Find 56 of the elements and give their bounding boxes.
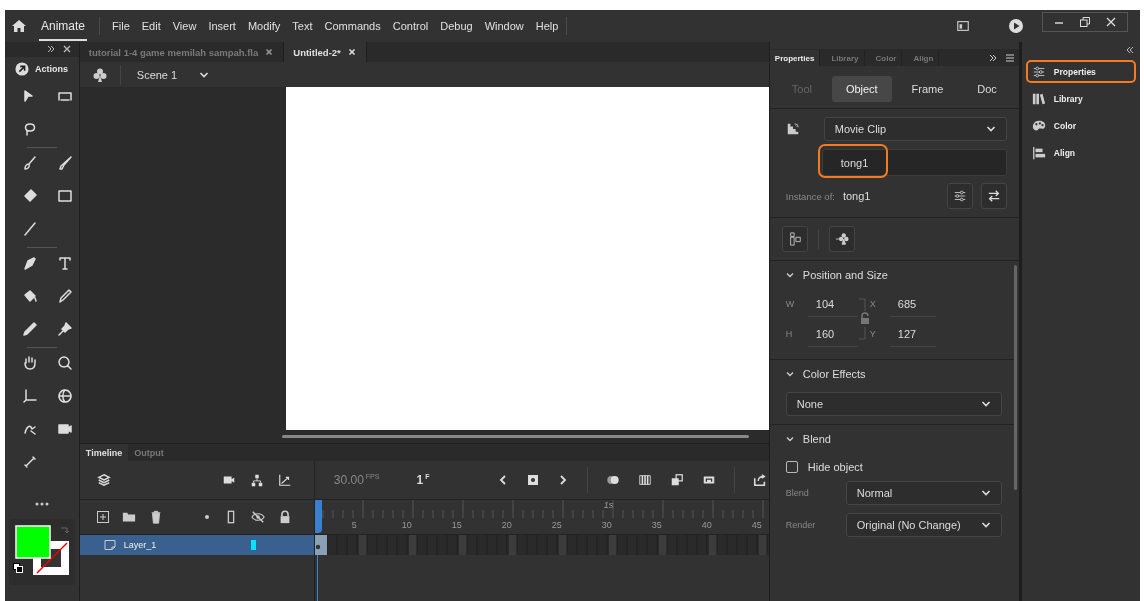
- document-tab[interactable]: Untitled-2*: [284, 42, 367, 62]
- field-label: H: [785, 329, 794, 339]
- dock-item[interactable]: Color: [1025, 114, 1136, 137]
- menu-item[interactable]: Commands: [318, 20, 387, 32]
- checkbox-label[interactable]: Hide object: [807, 461, 863, 473]
- frame-number: 15: [451, 520, 463, 530]
- dropdown[interactable]: Original (No Change): [845, 513, 1002, 537]
- frame-number: 20: [501, 520, 513, 530]
- menu-item[interactable]: Modify: [241, 20, 287, 32]
- frame-number: 5: [351, 520, 358, 530]
- panel-tab[interactable]: Properties: [769, 49, 821, 66]
- dock-item[interactable]: Library: [1025, 87, 1136, 110]
- layer-row[interactable]: Layer_1: [79, 535, 315, 555]
- frame-number: 30: [601, 520, 613, 530]
- section-header[interactable]: Color Effects: [785, 368, 1002, 380]
- frame-number: 35: [651, 520, 663, 530]
- panel-tab[interactable]: Timeline: [79, 444, 129, 461]
- number-field[interactable]: 685: [889, 291, 936, 317]
- layer-name[interactable]: Layer_1: [123, 540, 157, 550]
- field-label: Render: [785, 520, 817, 530]
- dock-item[interactable]: Properties: [1025, 60, 1136, 83]
- instance-of-value: tong1: [842, 190, 871, 202]
- color-effect-dropdown[interactable]: None: [785, 392, 1002, 416]
- menu-item[interactable]: Control: [386, 20, 435, 32]
- menu-item[interactable]: Window: [478, 20, 530, 32]
- menu-item[interactable]: Insert: [202, 20, 242, 32]
- menu-item[interactable]: View: [166, 20, 203, 32]
- seconds-mark: 1s: [603, 500, 614, 510]
- instance-of-label: Instance of:: [785, 190, 835, 202]
- sub-tab[interactable]: Frame: [897, 76, 958, 102]
- scene-name[interactable]: Scene 1: [136, 68, 178, 81]
- menu-item[interactable]: Help: [529, 20, 565, 32]
- section-header[interactable]: Position and Size: [785, 269, 1002, 281]
- frame-number: 40: [701, 520, 713, 530]
- field-label: Y: [869, 329, 877, 339]
- number-field[interactable]: 104: [807, 291, 858, 317]
- dock-item[interactable]: Align: [1025, 141, 1136, 164]
- menu-item[interactable]: Text: [286, 20, 319, 32]
- dropdown[interactable]: Normal: [845, 481, 1002, 505]
- current-frame[interactable]: 1 $^{F}$: [416, 473, 430, 487]
- symbol-type-dropdown[interactable]: Movie Clip: [823, 117, 1007, 141]
- sub-tab[interactable]: Object: [831, 76, 892, 102]
- number-field[interactable]: 127: [889, 321, 936, 347]
- field-label: X: [869, 299, 877, 309]
- menu-item[interactable]: Debug: [434, 20, 479, 32]
- section-header[interactable]: Blend: [785, 433, 1002, 445]
- frame-number: 25: [551, 520, 563, 530]
- sub-tab[interactable]: Doc: [963, 76, 1011, 102]
- menu-item[interactable]: File: [106, 20, 136, 32]
- frame-rate[interactable]: 30.00 $^{FPS}$: [333, 473, 380, 487]
- field-label: W: [785, 299, 796, 309]
- frame-number: 10: [401, 520, 413, 530]
- number-field[interactable]: 160: [807, 321, 858, 347]
- frame-number: 45: [751, 520, 762, 530]
- menu-item[interactable]: Edit: [135, 20, 167, 32]
- field-label: Blend: [785, 488, 810, 498]
